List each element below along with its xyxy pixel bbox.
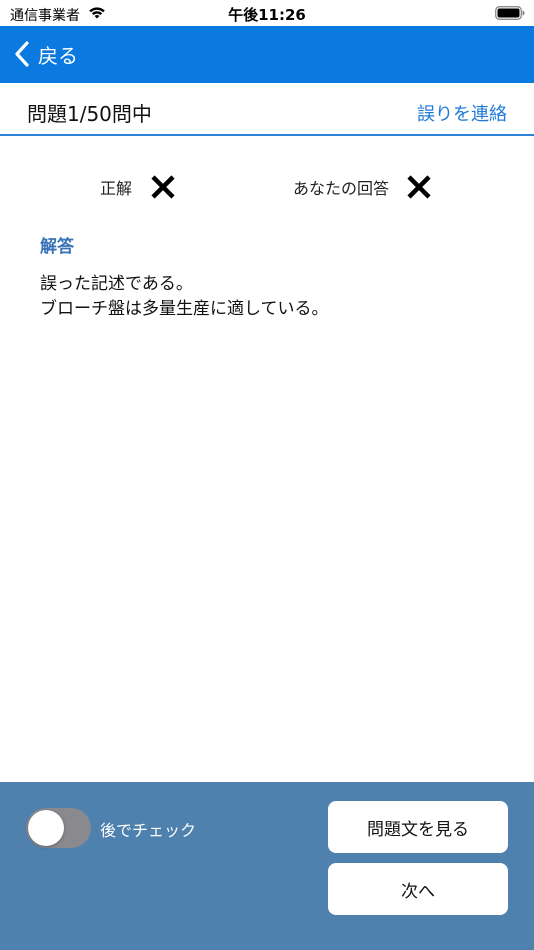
battery-icon	[495, 6, 525, 20]
check-later-toggle[interactable]	[26, 808, 91, 848]
question-counter: 問題1/50問中	[27, 102, 152, 126]
status-bar: 通信事業者 午後11:26	[0, 0, 534, 26]
report-error-link[interactable]: 誤りを連絡	[417, 100, 507, 126]
correct-answer-label: 正解	[100, 179, 133, 198]
back-button[interactable]: 戻る	[14, 38, 78, 70]
explanation-text: 誤った記述である。 ブローチ盤は多量生産に適している。	[40, 272, 329, 322]
your-answer-label: あなたの回答	[293, 179, 390, 198]
bottom-panel: 後でチェック 問題文を見る 次へ	[0, 782, 534, 950]
view-question-button[interactable]: 問題文を見る	[328, 801, 508, 853]
question-header: 問題1/50問中 誤りを連絡	[0, 83, 534, 136]
status-time: 午後11:26	[228, 6, 306, 24]
explanation-line: ブローチ盤は多量生産に適している。	[40, 299, 329, 319]
explanation-heading: 解答	[40, 237, 74, 257]
result-row: 正解 あなたの回答	[0, 168, 534, 208]
explanation-line: 誤った記述である。	[40, 274, 193, 294]
back-label: 戻る	[38, 43, 78, 68]
next-button[interactable]: 次へ	[328, 863, 508, 915]
toggle-knob	[28, 810, 64, 846]
cross-icon	[407, 175, 431, 199]
check-later-label: 後でチェック	[100, 821, 197, 840]
cross-icon	[151, 175, 175, 199]
chevron-left-icon	[15, 41, 29, 67]
navigation-bar: 戻る	[0, 26, 534, 83]
